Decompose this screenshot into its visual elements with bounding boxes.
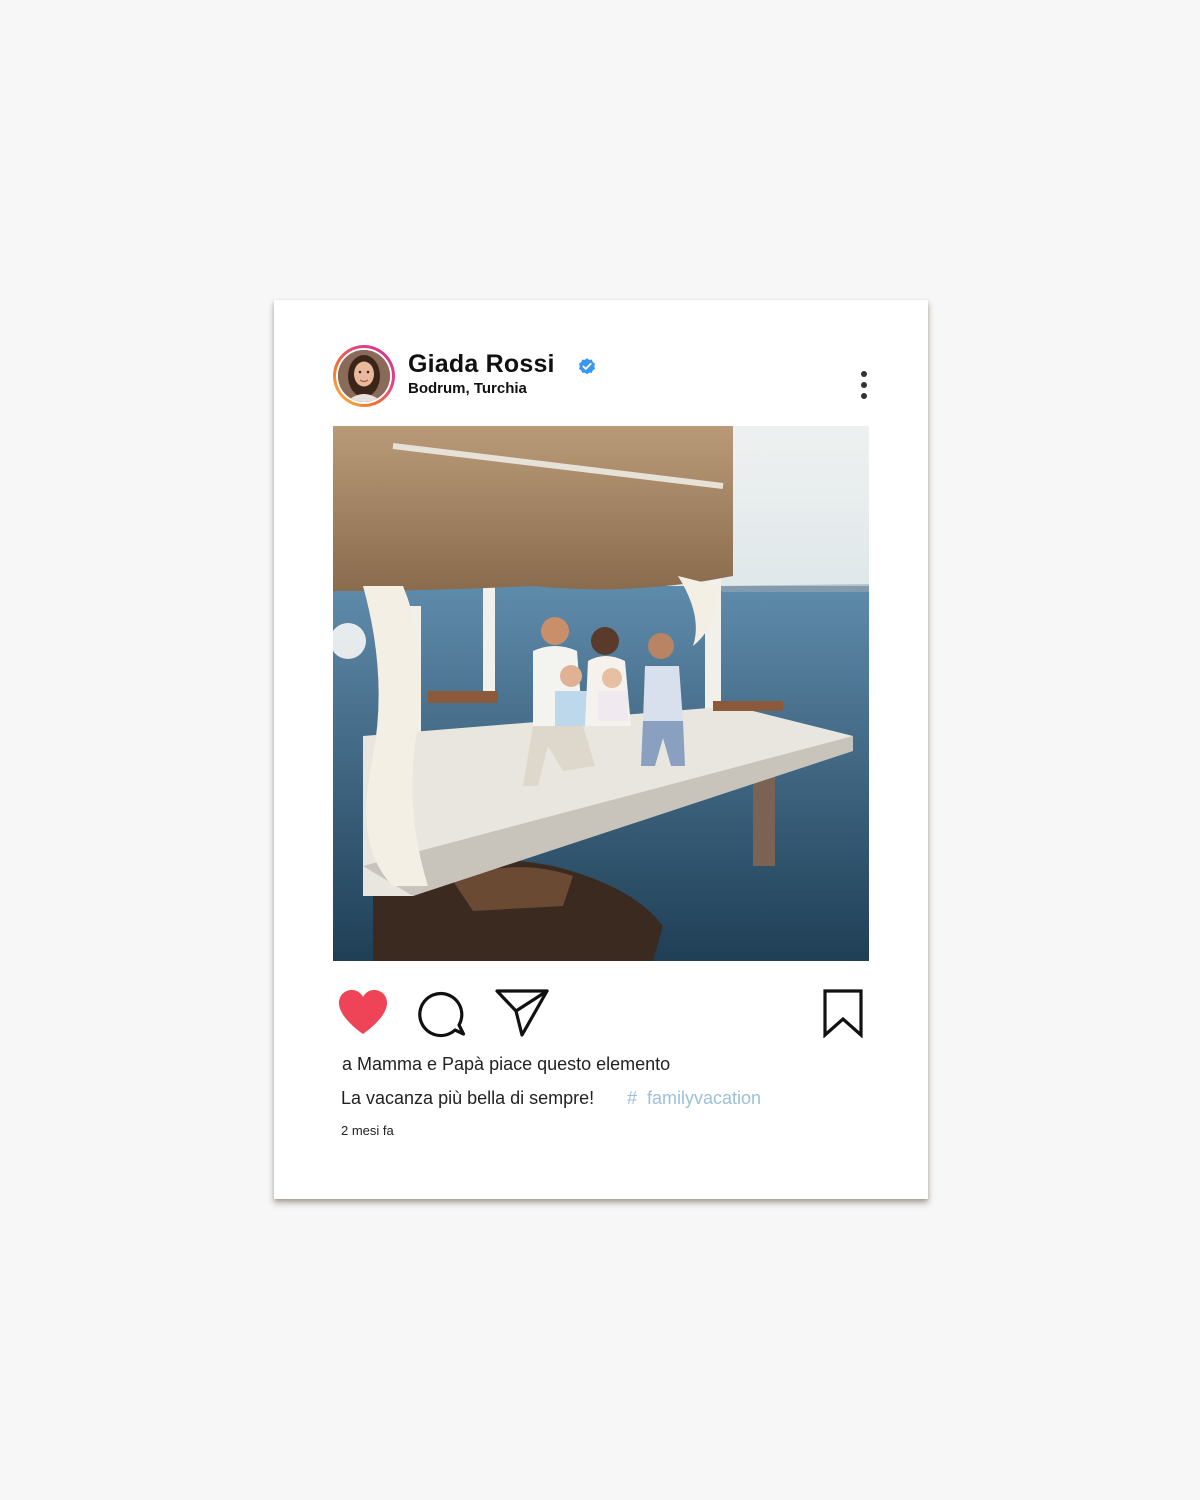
- post-image[interactable]: [333, 426, 869, 961]
- bookmark-icon[interactable]: [821, 988, 865, 1038]
- hashtag-text: familyvacation: [647, 1088, 762, 1108]
- hashtag-symbol: #: [627, 1088, 638, 1108]
- verified-badge-icon: [579, 358, 595, 375]
- hashtag-link[interactable]: # familyvacation: [627, 1088, 761, 1109]
- post-location[interactable]: Bodrum, Turchia: [408, 380, 527, 397]
- post-caption: La vacanza più bella di sempre!: [341, 1088, 595, 1108]
- avatar-photo: [338, 350, 390, 402]
- post-card: Giada Rossi Bodrum, Turchia a Mamma e Pa…: [274, 300, 928, 1199]
- avatar[interactable]: [333, 345, 395, 407]
- comment-bubble-icon[interactable]: [418, 989, 468, 1039]
- username[interactable]: Giada Rossi: [408, 350, 555, 379]
- more-vertical-icon[interactable]: [852, 368, 876, 404]
- post-timestamp: 2 mesi fa: [341, 1123, 394, 1138]
- paper-plane-icon[interactable]: [494, 988, 550, 1038]
- likes-text[interactable]: a Mamma e Papà piace questo elemento: [342, 1054, 670, 1075]
- heart-icon[interactable]: [337, 988, 389, 1036]
